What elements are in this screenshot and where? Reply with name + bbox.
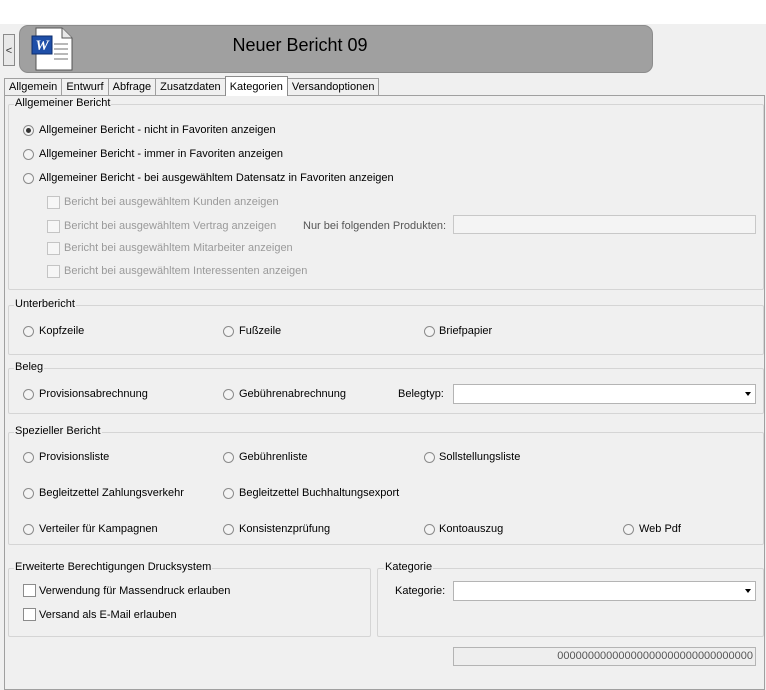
checkbox-mitarbeiter[interactable] bbox=[47, 242, 60, 255]
tab-allgemein[interactable]: Allgemein bbox=[4, 78, 63, 95]
radio-allgemein-nicht-favoriten[interactable] bbox=[23, 125, 34, 136]
checkbox-email-versand[interactable] bbox=[23, 608, 36, 621]
group-title-unterbericht: Unterbericht bbox=[14, 298, 76, 310]
checkbox-label: Bericht bei ausgewähltem Vertrag anzeige… bbox=[64, 220, 277, 232]
group-drucksystem bbox=[8, 568, 371, 637]
tab-entwurf[interactable]: Entwurf bbox=[61, 78, 109, 95]
tab-bar: Allgemein Entwurf Abfrage Zusatzdaten Ka… bbox=[4, 76, 380, 96]
products-input[interactable] bbox=[453, 215, 756, 234]
tab-zusatzdaten[interactable]: Zusatzdaten bbox=[155, 78, 226, 95]
checkbox-interessenten[interactable] bbox=[47, 265, 60, 278]
belegtyp-select[interactable] bbox=[453, 384, 756, 404]
tab-abfrage[interactable]: Abfrage bbox=[107, 78, 157, 95]
checkbox-kunden[interactable] bbox=[47, 196, 60, 209]
radio-label: Gebührenliste bbox=[239, 451, 308, 463]
radio-web-pdf[interactable] bbox=[623, 524, 634, 535]
radio-label: Konsistenzprüfung bbox=[239, 523, 331, 535]
radio-gebuehrenabrechnung[interactable] bbox=[223, 389, 234, 400]
kategorie-label: Kategorie: bbox=[395, 585, 446, 597]
radio-label: Provisionsabrechnung bbox=[39, 388, 148, 400]
group-unterbericht bbox=[8, 305, 764, 355]
radio-label: Allgemeiner Bericht - bei ausgewähltem D… bbox=[39, 172, 394, 184]
radio-briefpapier[interactable] bbox=[424, 326, 435, 337]
group-kategorie bbox=[377, 568, 764, 637]
page-title: Neuer Bericht 09 bbox=[232, 35, 368, 55]
radio-label: Verteiler für Kampagnen bbox=[39, 523, 158, 535]
tab-kategorien[interactable]: Kategorien bbox=[224, 76, 288, 96]
tab-versandoptionen[interactable]: Versandoptionen bbox=[286, 78, 380, 95]
radio-label: Begleitzettel Buchhaltungsexport bbox=[239, 487, 400, 499]
checkbox-label: Verwendung für Massendruck erlauben bbox=[39, 585, 231, 597]
svg-text:W: W bbox=[35, 38, 50, 54]
word-document-icon: W bbox=[30, 27, 74, 71]
radio-label: Sollstellungsliste bbox=[439, 451, 521, 463]
radio-provisionsabrechnung[interactable] bbox=[23, 389, 34, 400]
radio-begleitzettel-buchhaltungsexport[interactable] bbox=[223, 488, 234, 499]
chevron-down-icon bbox=[745, 589, 751, 593]
radio-allgemein-immer-favoriten[interactable] bbox=[23, 149, 34, 160]
report-id-field: 00000000000000000000000000000000 bbox=[453, 647, 756, 666]
radio-label: Briefpapier bbox=[439, 325, 493, 337]
radio-label: Allgemeiner Bericht - nicht in Favoriten… bbox=[39, 124, 276, 136]
group-title-kategorie: Kategorie bbox=[384, 561, 434, 573]
radio-kopfzeile[interactable] bbox=[23, 326, 34, 337]
back-button[interactable]: < bbox=[3, 34, 15, 66]
radio-label: Web Pdf bbox=[639, 523, 681, 535]
group-title-allgemeiner-bericht: Allgemeiner Bericht bbox=[14, 97, 112, 109]
radio-label: Kopfzeile bbox=[39, 325, 85, 337]
group-title-drucksystem: Erweiterte Berechtigungen Drucksystem bbox=[14, 561, 213, 573]
checkbox-label: Bericht bei ausgewähltem Mitarbeiter anz… bbox=[64, 242, 293, 254]
radio-kontoauszug[interactable] bbox=[424, 524, 435, 535]
radio-label: Begleitzettel Zahlungsverkehr bbox=[39, 487, 184, 499]
radio-konsistenzpruefung[interactable] bbox=[223, 524, 234, 535]
chevron-down-icon bbox=[745, 392, 751, 396]
radio-begleitzettel-zahlungsverkehr[interactable] bbox=[23, 488, 34, 499]
group-title-spezieller-bericht: Spezieller Bericht bbox=[14, 425, 102, 437]
checkbox-label: Bericht bei ausgewähltem Kunden anzeigen bbox=[64, 196, 279, 208]
checkbox-massendruck[interactable] bbox=[23, 584, 36, 597]
belegtyp-label: Belegtyp: bbox=[398, 388, 444, 400]
group-title-beleg: Beleg bbox=[14, 361, 45, 373]
checkbox-label: Bericht bei ausgewähltem Interessenten a… bbox=[64, 265, 308, 277]
top-strip bbox=[0, 0, 766, 24]
kategorie-select[interactable] bbox=[453, 581, 756, 601]
radio-allgemein-ausgewaehlt-favoriten[interactable] bbox=[23, 173, 34, 184]
radio-fusszeile[interactable] bbox=[223, 326, 234, 337]
radio-verteiler-kampagnen[interactable] bbox=[23, 524, 34, 535]
radio-sollstellungsliste[interactable] bbox=[424, 452, 435, 463]
radio-label: Provisionsliste bbox=[39, 451, 110, 463]
radio-provisionsliste[interactable] bbox=[23, 452, 34, 463]
checkbox-vertrag[interactable] bbox=[47, 220, 60, 233]
radio-gebuehrenliste[interactable] bbox=[223, 452, 234, 463]
radio-label: Fußzeile bbox=[239, 325, 282, 337]
radio-label: Kontoauszug bbox=[439, 523, 504, 535]
products-label: Nur bei folgenden Produkten: bbox=[303, 220, 447, 232]
radio-label: Allgemeiner Bericht - immer in Favoriten… bbox=[39, 148, 283, 160]
checkbox-label: Versand als E-Mail erlauben bbox=[39, 609, 177, 621]
radio-label: Gebührenabrechnung bbox=[239, 388, 347, 400]
